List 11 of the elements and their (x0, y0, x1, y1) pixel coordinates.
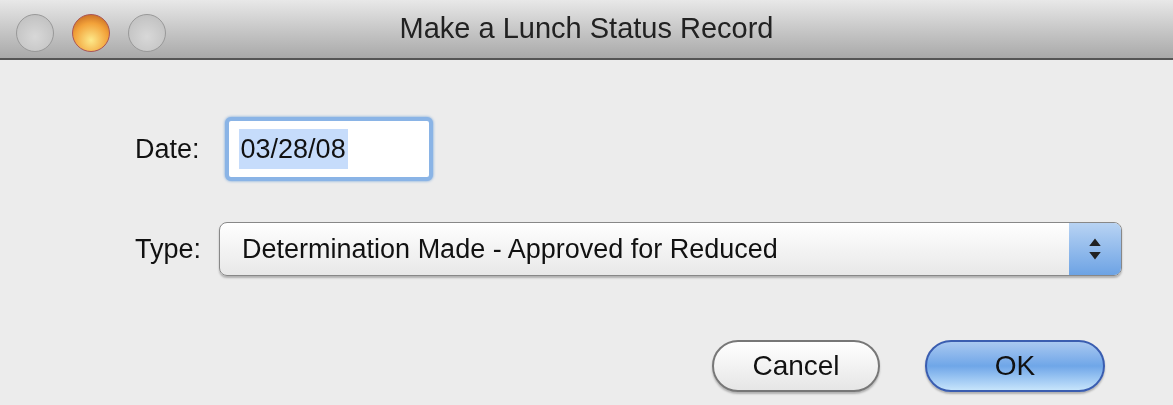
window-control-icon[interactable] (128, 14, 166, 52)
field-label: Type: (135, 232, 202, 266)
dialog-button[interactable]: OK (925, 340, 1105, 392)
date-field[interactable]: 03/28/08 (224, 117, 433, 181)
field-label: Date: (135, 132, 200, 166)
window-title: Make a Lunch Status Record (399, 11, 774, 47)
stepper-arrows-icon (1069, 223, 1122, 275)
window-control-icon[interactable] (16, 14, 54, 52)
dialog-button[interactable]: Cancel (712, 340, 880, 392)
type-dropdown[interactable]: Determination Made - Approved for Reduced (219, 222, 1123, 276)
window-control-icon[interactable] (72, 14, 110, 52)
